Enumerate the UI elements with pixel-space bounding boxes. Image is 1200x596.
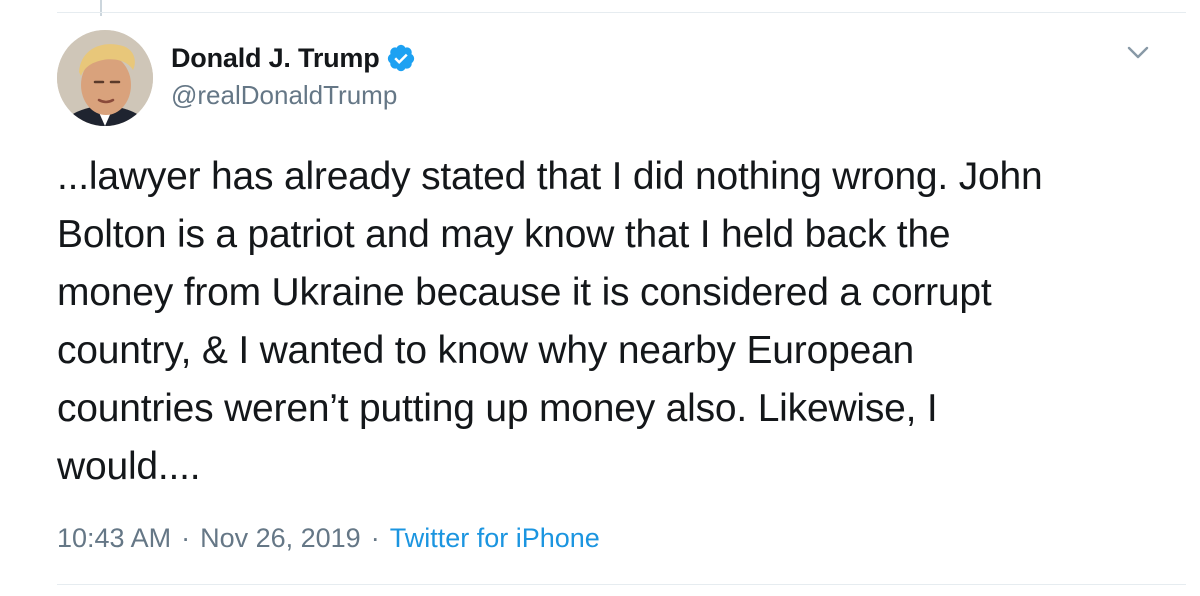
meta-separator: ·: [370, 523, 380, 553]
author-handle[interactable]: @realDonaldTrump: [171, 80, 397, 111]
thread-connector-line: [100, 0, 102, 16]
tweet-text: ...lawyer has already stated that I did …: [57, 155, 1043, 488]
meta-separator: ·: [181, 523, 191, 553]
tweet-metadata: 10:43 AM · Nov 26, 2019 · Twitter for iP…: [57, 523, 600, 554]
profile-photo-icon: [57, 30, 153, 126]
tweet-time[interactable]: 10:43 AM: [57, 523, 171, 554]
top-divider: [57, 12, 1186, 13]
tweet-source-link[interactable]: Twitter for iPhone: [390, 523, 600, 554]
bottom-divider: [57, 584, 1186, 585]
tweet-date[interactable]: Nov 26, 2019: [200, 523, 361, 554]
author-name-row: Donald J. Trump: [171, 40, 416, 76]
tweet-card: Donald J. Trump @realDonaldTrump ...lawy…: [0, 0, 1200, 596]
avatar[interactable]: [57, 30, 153, 126]
verified-badge-icon: [386, 43, 416, 73]
chevron-down-icon[interactable]: [1124, 40, 1152, 64]
author-display-name[interactable]: Donald J. Trump: [171, 43, 380, 74]
